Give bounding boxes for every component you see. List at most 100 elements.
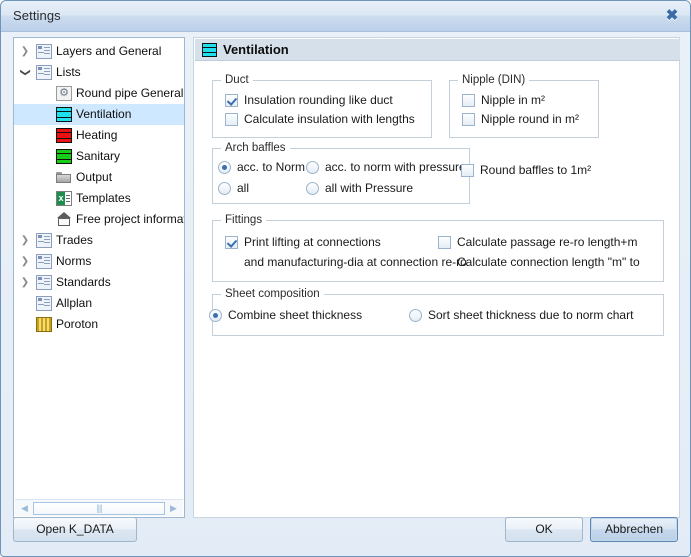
tree-item-allplan[interactable]: Allplan <box>14 293 184 314</box>
tree-item-trades[interactable]: ❯ Trades <box>14 230 184 251</box>
radio-circle[interactable] <box>218 161 231 174</box>
checkbox-label: Round baffles to 1m² <box>480 163 592 177</box>
group-nipple: Nipple (DIN) Nipple in m² Nipple round i… <box>449 74 599 138</box>
page-icon <box>36 296 52 311</box>
checkbox-label: Insulation rounding like duct <box>244 93 393 107</box>
checkbox-box[interactable] <box>225 236 238 249</box>
group-duct-title: Duct <box>221 74 253 86</box>
chevron-down-icon[interactable]: ❯ <box>15 66 36 80</box>
scrollbar-thumb[interactable]: |||| <box>33 502 165 515</box>
window-title: Settings <box>13 8 61 23</box>
checkbox-box[interactable] <box>461 164 474 177</box>
duct-green-icon <box>56 149 72 164</box>
tree-item-label: Layers and General <box>56 44 162 58</box>
page-icon <box>36 44 52 59</box>
tree-item-round-pipe-general[interactable]: ⚙ Round pipe General <box>14 83 184 104</box>
ok-button[interactable]: OK <box>505 517 583 542</box>
tree-item-templates[interactable]: Templates <box>14 188 184 209</box>
tree-item-label: Lists <box>56 65 81 79</box>
chevron-right-icon[interactable]: ❯ <box>18 41 32 62</box>
checkbox-label: Calculate passage re-ro length+m <box>457 235 638 249</box>
tree-item-output[interactable]: Output <box>14 167 184 188</box>
tree-item-label: Poroton <box>56 317 99 331</box>
radio-circle[interactable] <box>409 309 422 322</box>
group-arch-baffles: Arch baffles acc. to Norm acc. to norm w… <box>212 142 470 204</box>
tree-item-label: Norms <box>56 254 92 268</box>
radio-label: acc. to Norm <box>237 160 306 174</box>
group-nipple-title: Nipple (DIN) <box>458 74 530 86</box>
group-sheet-composition: Sheet composition Combine sheet thicknes… <box>209 288 664 336</box>
tree-item-poroton[interactable]: Poroton <box>14 314 184 335</box>
close-icon[interactable]: ✖ <box>662 7 682 25</box>
fittings-sub-text-left: and manufacturing-dia at connection re-r… <box>244 255 467 269</box>
open-k-data-button[interactable]: Open K_DATA <box>13 517 137 542</box>
radio-label: Combine sheet thickness <box>228 308 363 322</box>
chevron-right-icon[interactable]: ❯ <box>18 251 32 272</box>
checkbox-box[interactable] <box>225 113 238 126</box>
scroll-left-arrow-icon[interactable]: ◀ <box>19 503 30 514</box>
radio-label: all with Pressure <box>325 181 414 195</box>
tree-item-label: Trades <box>56 233 93 247</box>
checkbox-label: Nipple round in m² <box>481 112 580 126</box>
checkbox-label: Print lifting at connections <box>244 235 381 249</box>
duct-cyan-icon <box>202 43 217 57</box>
house-icon <box>56 212 72 227</box>
page-icon <box>36 233 52 248</box>
radio-circle[interactable] <box>306 161 319 174</box>
page-icon <box>36 254 52 269</box>
brick-icon <box>36 317 52 332</box>
page-icon <box>36 275 52 290</box>
settings-dialog: Settings ✖ ❯ Layers and General ❯ Lists ⚙ Rou… <box>0 0 691 557</box>
tree-item-label: Allplan <box>56 296 93 310</box>
tree-item-label: Sanitary <box>76 149 121 163</box>
group-fittings: Fittings Print lifting at connections an… <box>212 214 664 282</box>
tree-item-label: Heating <box>76 128 118 142</box>
checkbox-box[interactable] <box>438 236 451 249</box>
checkbox-label: Calculate insulation with lengths <box>244 112 415 126</box>
tree-item-free-project-informat[interactable]: Free project informat <box>14 209 184 230</box>
page-icon <box>36 65 52 80</box>
tree-item-sanitary[interactable]: Sanitary <box>14 146 184 167</box>
tree-item-label: Templates <box>76 191 131 205</box>
duct-red-icon <box>56 128 72 143</box>
group-arch-baffles-title: Arch baffles <box>221 142 290 154</box>
tree-item-standards[interactable]: ❯ Standards <box>14 272 184 293</box>
radio-label: acc. to norm with pressure <box>325 160 466 174</box>
tree-item-label: Ventilation <box>76 107 132 121</box>
radio-circle[interactable] <box>209 309 222 322</box>
checkbox-box[interactable] <box>225 94 238 107</box>
radio-circle[interactable] <box>218 182 231 195</box>
duct-cyan-icon <box>56 107 72 122</box>
tree-horizontal-scrollbar[interactable]: ◀ |||| ▶ <box>15 499 183 516</box>
tree-item-ventilation[interactable]: Ventilation <box>14 104 184 125</box>
fittings-sub-text-right: Calculate connection length "m" to <box>457 255 640 269</box>
navigation-tree: ❯ Layers and General ❯ Lists ⚙ Round pipe Gen… <box>14 41 184 335</box>
gear-icon: ⚙ <box>56 86 72 101</box>
page-title: Ventilation <box>223 42 289 57</box>
checkbox-label: Nipple in m² <box>481 93 546 107</box>
title-bar: Settings ✖ <box>1 1 690 32</box>
tree-item-layers-and-general[interactable]: ❯ Layers and General <box>14 41 184 62</box>
scroll-right-arrow-icon[interactable]: ▶ <box>168 503 179 514</box>
tree-item-label: Free project informat <box>76 212 185 226</box>
tree-item-label: Output <box>76 170 113 184</box>
tree-item-label: Standards <box>56 275 111 289</box>
group-sheet-composition-title: Sheet composition <box>221 288 324 300</box>
chevron-right-icon[interactable]: ❯ <box>18 272 32 293</box>
checkbox-box[interactable] <box>462 113 475 126</box>
chevron-right-icon[interactable]: ❯ <box>18 230 32 251</box>
checkbox-box[interactable] <box>462 94 475 107</box>
radio-label: Sort sheet thickness due to norm chart <box>428 308 634 322</box>
group-duct: Duct Insulation rounding like duct Calcu… <box>212 74 432 138</box>
radio-circle[interactable] <box>306 182 319 195</box>
excel-icon <box>56 191 72 206</box>
navigation-tree-panel: ❯ Layers and General ❯ Lists ⚙ Round pipe Gen… <box>13 37 185 518</box>
group-fittings-title: Fittings <box>221 214 267 226</box>
tree-item-label: Round pipe General <box>76 86 184 100</box>
folder-icon <box>56 170 72 185</box>
tree-item-lists[interactable]: ❯ Lists <box>14 62 184 83</box>
section-header: Ventilation <box>195 39 680 61</box>
cancel-button[interactable]: Abbrechen <box>590 517 678 542</box>
tree-item-heating[interactable]: Heating <box>14 125 184 146</box>
tree-item-norms[interactable]: ❯ Norms <box>14 251 184 272</box>
